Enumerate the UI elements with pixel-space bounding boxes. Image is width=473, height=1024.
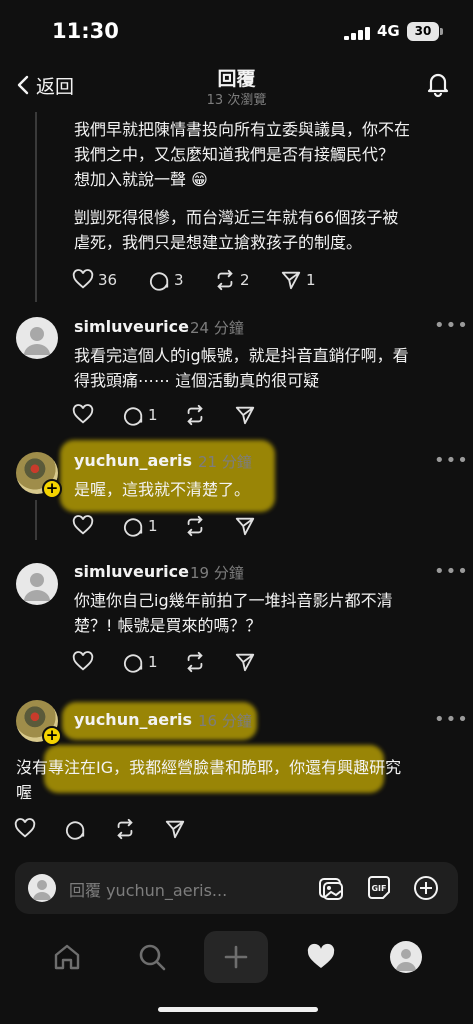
avatar[interactable]: [16, 563, 58, 605]
reply-button[interactable]: 1: [122, 404, 184, 426]
timestamp: 21 分鐘: [198, 453, 252, 471]
my-avatar: [28, 874, 56, 902]
like-button[interactable]: [14, 818, 64, 840]
share-button[interactable]: 1: [280, 269, 316, 291]
follow-plus-icon[interactable]: +: [42, 479, 62, 499]
network-label: 4G: [377, 22, 400, 40]
comment-icon: [124, 654, 143, 673]
heart-icon: [72, 269, 94, 289]
send-icon: [235, 517, 255, 536]
reply-button[interactable]: [64, 818, 114, 840]
heart-icon: [14, 818, 36, 838]
search-icon[interactable]: [137, 942, 167, 976]
username[interactable]: yuchun_aeris: [74, 710, 192, 729]
comment-text: 沒有專注在IG，我都經營臉書和脆耶，你還有興趣研究 喔: [16, 758, 402, 802]
comment-actions: [14, 816, 186, 842]
send-icon: [165, 820, 185, 839]
bell-icon[interactable]: [424, 70, 452, 102]
image-icon[interactable]: [317, 874, 345, 906]
like-button[interactable]: [72, 515, 122, 537]
reply-count: 3: [174, 271, 184, 289]
timestamp: 24 分鐘: [190, 319, 244, 337]
battery-icon: 30: [407, 22, 439, 41]
username[interactable]: yuchun_aeris: [74, 451, 192, 470]
plus-icon: [223, 944, 249, 974]
comment-icon: [124, 407, 143, 426]
share-button[interactable]: [234, 515, 256, 537]
heart-icon: [72, 651, 94, 671]
home-icon[interactable]: [52, 942, 82, 976]
send-icon: [235, 653, 255, 672]
home-indicator: [158, 1007, 318, 1012]
repost-icon: [217, 269, 233, 291]
post-actions: 36 3 2 1: [72, 267, 316, 293]
username[interactable]: simluveurice: [74, 562, 189, 581]
reply-count: 1: [148, 653, 158, 671]
thread-line: [35, 500, 37, 540]
like-button[interactable]: 36: [72, 269, 148, 291]
heart-icon: [72, 404, 94, 424]
repost-button[interactable]: [184, 515, 234, 537]
share-button[interactable]: [164, 818, 186, 840]
more-icon[interactable]: •••: [434, 450, 469, 471]
view-count: 13 次瀏覽: [206, 93, 267, 108]
repost-icon: [187, 651, 203, 673]
comment-text: 我看完這個人的ig帳號，就是抖音直銷仔啊，看 得我頭痛⋯⋯ 這個活動真的很可疑: [74, 346, 409, 390]
thread-line: [35, 112, 37, 302]
repost-icon: [187, 515, 203, 537]
comment-icon: [150, 272, 169, 291]
more-icon[interactable]: •••: [434, 709, 469, 730]
comment-text: 是喔，這我就不清楚了。: [74, 480, 251, 499]
post-paragraph-1: 我們早就把陳情書投向所有立委與議員，你不在 我們之中，又怎麼知道我們是否有接觸民…: [74, 120, 411, 189]
timestamp: 19 分鐘: [190, 564, 244, 582]
comment-text: 你連你自己ig幾年前拍了一堆抖音影片都不清 楚？! 帳號是買來的嗎？？: [74, 591, 393, 635]
share-button[interactable]: [234, 651, 256, 673]
like-button[interactable]: [72, 404, 122, 426]
comment-actions: 1: [72, 402, 256, 428]
comment-actions: 1: [72, 649, 256, 675]
like-button[interactable]: [72, 651, 122, 673]
more-icon[interactable]: •••: [434, 315, 469, 336]
reply-input[interactable]: 回覆 yuchun_aeris...: [69, 877, 227, 901]
share-count: 1: [306, 271, 316, 289]
like-count: 36: [98, 271, 118, 289]
status-time: 11:30: [52, 19, 119, 43]
add-circle-icon[interactable]: [412, 874, 440, 906]
page-title: 回覆: [217, 68, 256, 90]
repost-icon: [117, 818, 133, 840]
heart-icon: [72, 515, 94, 535]
post-paragraph-2: 剴剴死得很慘，而台灣近三年就有66個孩子被 虐死，我們只是想建立搶救孩子的制度。: [74, 208, 399, 252]
battery-nub: [440, 28, 443, 35]
repost-button[interactable]: [114, 818, 164, 840]
timestamp: 16 分鐘: [198, 712, 252, 730]
username[interactable]: simluveurice: [74, 317, 189, 336]
comment-icon: [66, 821, 85, 840]
svg-text:GIF: GIF: [371, 884, 386, 893]
gif-icon[interactable]: GIF: [365, 874, 393, 906]
share-button[interactable]: [234, 404, 256, 426]
reply-button[interactable]: 1: [122, 515, 184, 537]
reply-count: 1: [148, 406, 158, 424]
repost-icon: [187, 404, 203, 426]
repost-button[interactable]: [184, 404, 234, 426]
repost-button[interactable]: [184, 651, 234, 673]
repost-button[interactable]: 2: [214, 269, 280, 291]
send-icon: [281, 271, 301, 290]
follow-plus-icon[interactable]: +: [42, 726, 62, 746]
avatar[interactable]: [16, 317, 58, 359]
profile-avatar[interactable]: [390, 941, 422, 973]
comment-icon: [124, 518, 143, 537]
signal-icon: [344, 27, 372, 40]
repost-count: 2: [240, 271, 250, 289]
activity-heart-icon[interactable]: [306, 942, 336, 976]
more-icon[interactable]: •••: [434, 561, 469, 582]
reply-button[interactable]: 3: [148, 269, 214, 291]
comment-actions: 1: [72, 513, 256, 539]
reply-button[interactable]: 1: [122, 651, 184, 673]
reply-count: 1: [148, 517, 158, 535]
send-icon: [235, 406, 255, 425]
